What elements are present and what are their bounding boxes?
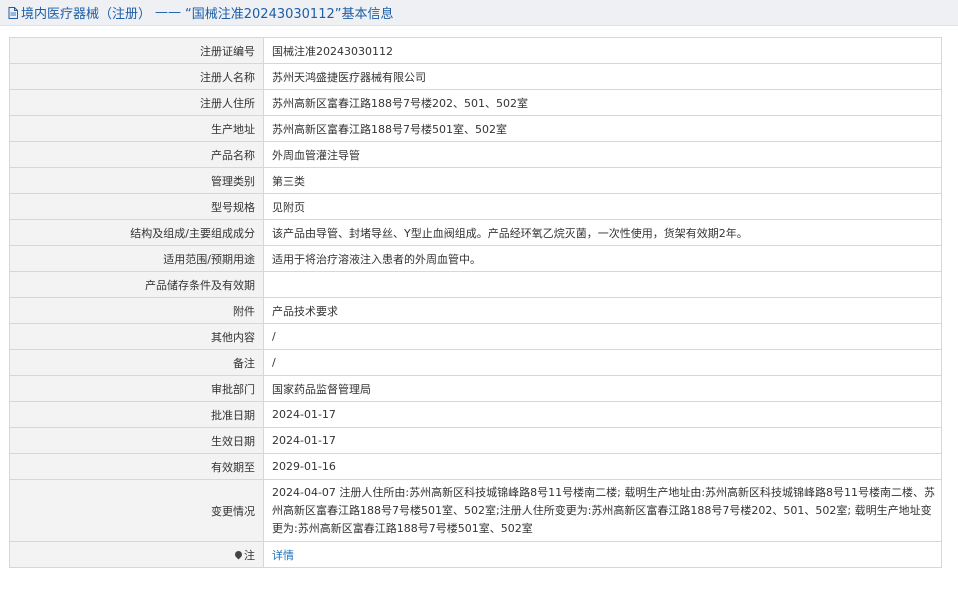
row-label: 产品名称 bbox=[9, 141, 264, 168]
table-row: 审批部门 国家药品监督管理局 bbox=[9, 375, 942, 402]
table-row: 批准日期 2024-01-17 bbox=[9, 401, 942, 428]
row-value: 苏州高新区富春江路188号7号楼202、501、502室 bbox=[263, 89, 942, 116]
row-value: 国家药品监督管理局 bbox=[263, 375, 942, 402]
row-label: 生效日期 bbox=[9, 427, 264, 454]
row-label: 注册人住所 bbox=[9, 89, 264, 116]
map-pin-icon bbox=[233, 549, 244, 559]
table-row: 变更情况 2024-04-07 注册人住所由:苏州高新区科技城锦峰路8号11号楼… bbox=[9, 479, 942, 542]
row-value: 苏州高新区富春江路188号7号楼501室、502室 bbox=[263, 115, 942, 142]
table-row: 备注 / bbox=[9, 349, 942, 376]
table-row: 结构及组成/主要组成成分 该产品由导管、封堵导丝、Y型止血阀组成。产品经环氧乙烷… bbox=[9, 219, 942, 246]
table-row: 适用范围/预期用途 适用于将治疗溶液注入患者的外周血管中。 bbox=[9, 245, 942, 272]
table-row: 注 详情 bbox=[9, 541, 942, 568]
table-row: 其他内容 / bbox=[9, 323, 942, 350]
row-label: 管理类别 bbox=[9, 167, 264, 194]
row-label: 有效期至 bbox=[9, 453, 264, 480]
row-value: 国械注准20243030112 bbox=[263, 37, 942, 64]
info-table-body: 注册证编号 国械注准20243030112 注册人名称 苏州天鸿盛捷医疗器械有限… bbox=[9, 37, 942, 568]
details-link[interactable]: 详情 bbox=[272, 549, 294, 562]
row-label: 型号规格 bbox=[9, 193, 264, 220]
category-label: 境内医疗器械（注册） bbox=[21, 7, 152, 22]
row-label: 附件 bbox=[9, 297, 264, 324]
row-value: / bbox=[263, 349, 942, 376]
header-separator: —— bbox=[155, 5, 182, 20]
row-label: 产品储存条件及有效期 bbox=[9, 271, 264, 298]
table-row: 型号规格 见附页 bbox=[9, 193, 942, 220]
row-label: 其他内容 bbox=[9, 323, 264, 350]
row-label: 注册人名称 bbox=[9, 63, 264, 90]
row-value: / bbox=[263, 323, 942, 350]
row-value: 第三类 bbox=[263, 167, 942, 194]
row-value: 外周血管灌注导管 bbox=[263, 141, 942, 168]
row-value: 见附页 bbox=[263, 193, 942, 220]
row-value: 2029-01-16 bbox=[263, 453, 942, 480]
table-row: 生效日期 2024-01-17 bbox=[9, 427, 942, 454]
row-value bbox=[263, 271, 942, 298]
table-row: 注册人名称 苏州天鸿盛捷医疗器械有限公司 bbox=[9, 63, 942, 90]
info-table: 注册证编号 国械注准20243030112 注册人名称 苏州天鸿盛捷医疗器械有限… bbox=[9, 37, 942, 568]
row-value: 适用于将治疗溶液注入患者的外周血管中。 bbox=[263, 245, 942, 272]
table-row: 附件 产品技术要求 bbox=[9, 297, 942, 324]
document-icon bbox=[8, 6, 18, 19]
row-label: 生产地址 bbox=[9, 115, 264, 142]
page-title: “国械注准20243030112”基本信息 bbox=[185, 7, 394, 22]
table-row: 注册证编号 国械注准20243030112 bbox=[9, 37, 942, 64]
page-header: 境内医疗器械（注册） —— “国械注准20243030112”基本信息 bbox=[0, 0, 958, 26]
row-label: 注册证编号 bbox=[9, 37, 264, 64]
row-label: 适用范围/预期用途 bbox=[9, 245, 264, 272]
row-label: 备注 bbox=[9, 349, 264, 376]
info-table-wrapper: 注册证编号 国械注准20243030112 注册人名称 苏州天鸿盛捷医疗器械有限… bbox=[9, 37, 942, 568]
row-value: 苏州天鸿盛捷医疗器械有限公司 bbox=[263, 63, 942, 90]
note-label-cell: 注 bbox=[9, 541, 264, 568]
table-row: 生产地址 苏州高新区富春江路188号7号楼501室、502室 bbox=[9, 115, 942, 142]
table-row: 注册人住所 苏州高新区富春江路188号7号楼202、501、502室 bbox=[9, 89, 942, 116]
row-label: 变更情况 bbox=[9, 479, 264, 542]
row-value: 2024-01-17 bbox=[263, 427, 942, 454]
row-label: 批准日期 bbox=[9, 401, 264, 428]
row-value: 2024-01-17 bbox=[263, 401, 942, 428]
table-row: 有效期至 2029-01-16 bbox=[9, 453, 942, 480]
row-label: 审批部门 bbox=[9, 375, 264, 402]
row-value: 该产品由导管、封堵导丝、Y型止血阀组成。产品经环氧乙烷灭菌，一次性使用，货架有效… bbox=[263, 219, 942, 246]
table-row: 产品储存条件及有效期 bbox=[9, 271, 942, 298]
note-value-cell: 详情 bbox=[263, 541, 942, 568]
change-history-value: 2024-04-07 注册人住所由:苏州高新区科技城锦峰路8号11号楼南二楼; … bbox=[263, 479, 942, 542]
note-label: 注 bbox=[244, 548, 255, 562]
row-label: 结构及组成/主要组成成分 bbox=[9, 219, 264, 246]
row-value: 产品技术要求 bbox=[263, 297, 942, 324]
table-row: 产品名称 外周血管灌注导管 bbox=[9, 141, 942, 168]
table-row: 管理类别 第三类 bbox=[9, 167, 942, 194]
